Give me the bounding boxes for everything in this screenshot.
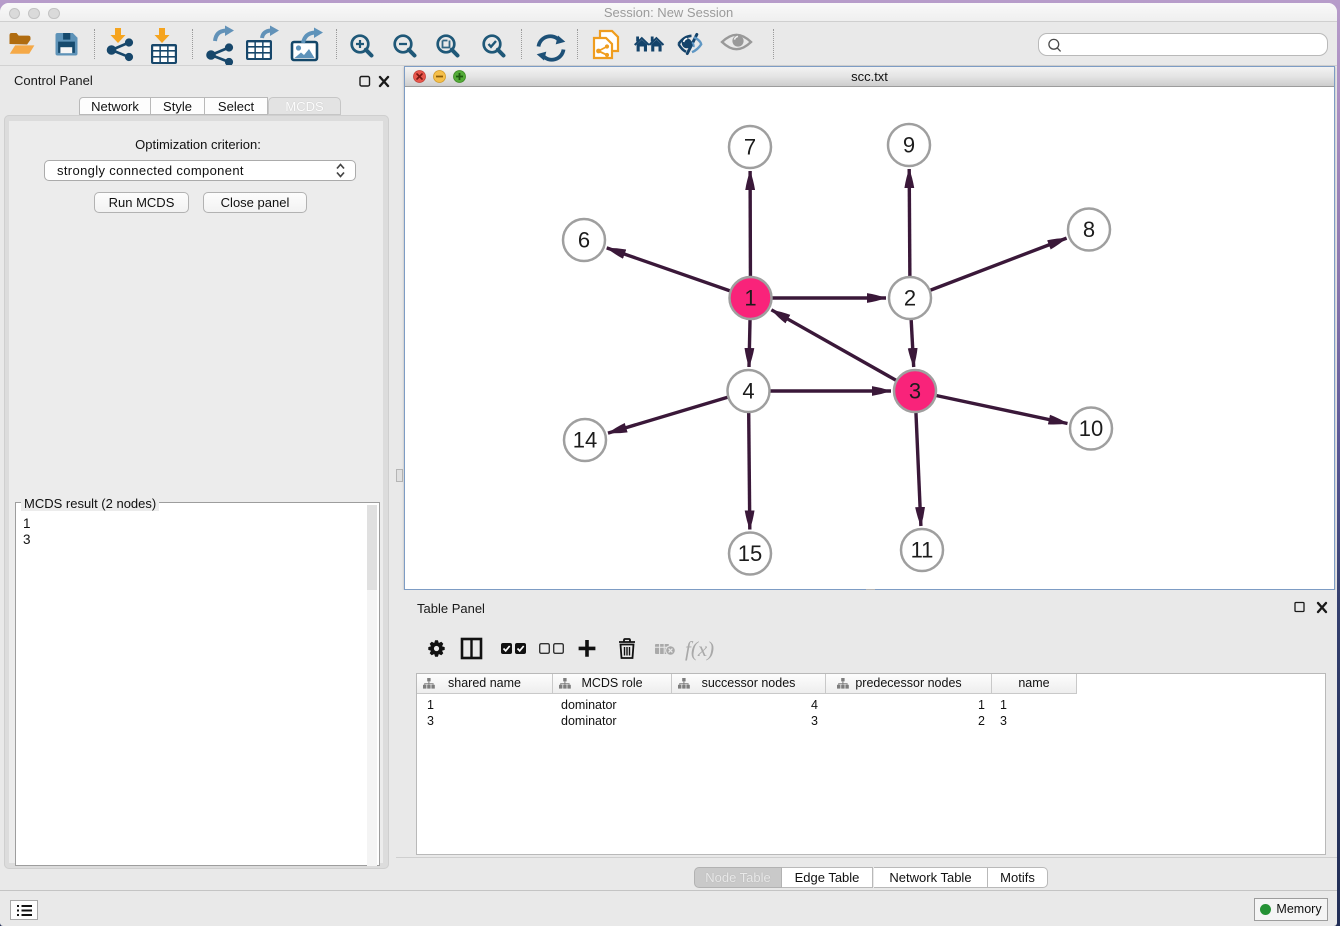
svg-text:4: 4 xyxy=(742,379,754,404)
svg-text:14: 14 xyxy=(573,428,597,453)
svg-text:15: 15 xyxy=(738,541,762,566)
svg-text:9: 9 xyxy=(903,133,915,158)
svg-text:2: 2 xyxy=(904,286,916,311)
svg-text:6: 6 xyxy=(578,228,590,253)
svg-text:7: 7 xyxy=(744,135,756,160)
svg-text:3: 3 xyxy=(909,379,921,404)
svg-text:10: 10 xyxy=(1079,416,1103,441)
svg-text:11: 11 xyxy=(911,538,934,563)
svg-text:f(x): f(x) xyxy=(685,637,714,661)
svg-text:1: 1 xyxy=(744,286,756,311)
svg-text:8: 8 xyxy=(1083,217,1095,242)
